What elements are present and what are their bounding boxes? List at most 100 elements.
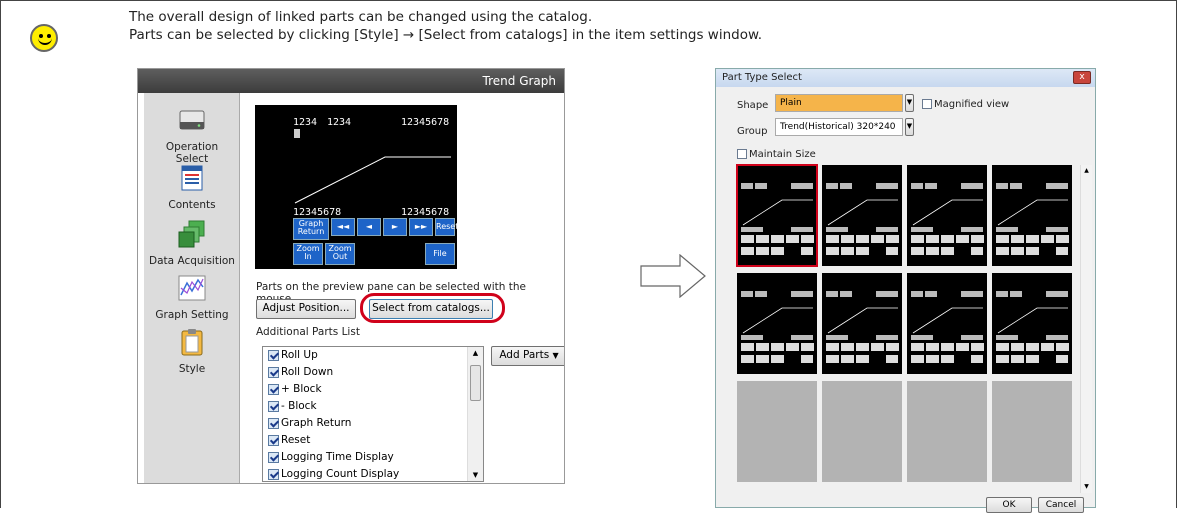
maintain-size-checkbox[interactable] [737, 149, 747, 159]
add-parts-button[interactable]: Add Parts ▼ [491, 346, 564, 366]
catalog-tile[interactable] [907, 273, 987, 374]
sidebar-item-label: Contents [168, 199, 216, 211]
rewind-button[interactable]: ◄ [357, 218, 381, 236]
shape-select[interactable]: Plain [775, 94, 903, 112]
magnified-view-label: Magnified view [934, 99, 1010, 110]
smiley-icon [30, 24, 58, 52]
sidebar-item-label: Operation [165, 141, 219, 153]
catalog-tile-empty[interactable] [907, 381, 987, 482]
checkbox[interactable] [268, 418, 279, 429]
checkbox[interactable] [268, 350, 279, 361]
catalog-scrollbar[interactable]: ▲ ▼ [1080, 165, 1092, 493]
preview-value[interactable]: 12345678 [401, 207, 449, 218]
list-item[interactable]: Logging Count Display [263, 466, 483, 483]
adjust-position-button[interactable]: Adjust Position... [256, 299, 356, 319]
preview-value[interactable]: 12345678 [293, 207, 341, 218]
catalog-tile[interactable] [992, 165, 1072, 266]
close-button[interactable]: x [1073, 71, 1091, 84]
scroll-up-icon[interactable]: ▲ [468, 347, 483, 359]
trend-line [294, 156, 451, 204]
catalog-tile[interactable] [822, 165, 902, 266]
scroll-down-icon[interactable]: ▼ [468, 469, 483, 481]
shape-value: Plain [780, 98, 802, 108]
graph-return-button[interactable]: Graph Return [293, 218, 329, 240]
add-parts-label: Add Parts [499, 349, 550, 361]
forward-fast-button[interactable]: ►► [409, 218, 433, 236]
list-item[interactable]: Reset [263, 432, 483, 449]
zoom-in-button[interactable]: Zoom In [293, 243, 323, 265]
checkbox[interactable] [268, 367, 279, 378]
catalog-tile-empty[interactable] [737, 381, 817, 482]
window-title: Trend Graph [138, 69, 564, 93]
sidebar-item-data-acquisition[interactable]: Data Acquisition [144, 219, 240, 267]
zoom-out-button[interactable]: Zoom Out [325, 243, 355, 265]
thumbnail-graphic [741, 291, 814, 363]
clipboard-icon [181, 329, 203, 356]
catalog-tile-empty[interactable] [822, 381, 902, 482]
sidebar-item-style[interactable]: Style [144, 327, 240, 375]
file-button[interactable]: File [425, 243, 455, 265]
scroll-thumb[interactable] [470, 365, 481, 401]
sidebar-item-label: Style [178, 363, 206, 375]
highlight-ring [360, 293, 505, 323]
catalog-tile[interactable] [737, 273, 817, 374]
sidebar-item-operation-select[interactable]: Operation Select [144, 105, 240, 165]
intro-line-1: The overall design of linked parts can b… [129, 9, 593, 25]
scroll-down-icon[interactable]: ▼ [1081, 481, 1092, 493]
chevron-down-icon: ▼ [552, 351, 559, 360]
sidebar-item-graph-setting[interactable]: Graph Setting [144, 273, 240, 321]
thumbnail-graphic [911, 183, 984, 255]
line-graph-icon [178, 275, 206, 301]
rewind-fast-button[interactable]: ◄◄ [331, 218, 355, 236]
cancel-button[interactable]: Cancel [1038, 497, 1084, 513]
catalog-tile[interactable] [992, 273, 1072, 374]
preview-cursor-marker[interactable] [294, 129, 300, 138]
reset-button[interactable]: Reset [435, 218, 458, 236]
intro-text: The overall design of linked parts can b… [129, 8, 762, 44]
checkbox[interactable] [268, 452, 279, 463]
list-item[interactable]: - Block [263, 398, 483, 415]
stacked-squares-icon [178, 220, 205, 248]
preview-value[interactable]: 1234 [293, 117, 317, 128]
catalog-tile[interactable] [822, 273, 902, 374]
group-select[interactable]: Trend(Historical) 320*240 [775, 118, 903, 136]
catalog-tile[interactable] [907, 165, 987, 266]
catalog-tile-empty[interactable] [992, 381, 1072, 482]
scroll-up-icon[interactable]: ▲ [1081, 165, 1092, 177]
parts-list[interactable]: Roll Up Roll Down + Block - Block Graph … [262, 346, 484, 482]
dialog-title: Part Type Select [722, 72, 802, 83]
shape-dropdown-chevron-icon[interactable]: ▼ [905, 94, 914, 112]
list-item[interactable]: Graph Return [263, 415, 483, 432]
list-item[interactable]: + Block [263, 381, 483, 398]
checkbox[interactable] [268, 384, 279, 395]
maintain-size-label: Maintain Size [749, 149, 816, 160]
intro-line-2: Parts can be selected by clicking [Style… [129, 27, 763, 43]
shape-label: Shape [737, 100, 769, 111]
list-item[interactable]: Roll Down [263, 364, 483, 381]
dialog-title-bar: Part Type Select x [716, 69, 1095, 87]
thumbnail-graphic [826, 291, 899, 363]
group-dropdown-chevron-icon[interactable]: ▼ [905, 118, 914, 136]
ok-button[interactable]: OK [986, 497, 1032, 513]
preview-pane[interactable]: 1234 1234 12345678 12345678 12345678 Gra… [255, 105, 458, 269]
document-list-icon [181, 165, 203, 191]
list-scrollbar[interactable]: ▲ ▼ [467, 347, 483, 481]
right-arrow-icon [640, 254, 706, 298]
sidebar-item-label: Data Acquisition [149, 255, 235, 267]
sidebar: Operation Select Contents Data Acquisiti… [144, 93, 240, 483]
checkbox[interactable] [268, 469, 279, 480]
thumbnail-graphic [826, 183, 899, 255]
preview-value[interactable]: 12345678 [401, 117, 449, 128]
list-item[interactable]: Logging Time Display [263, 449, 483, 466]
forward-button[interactable]: ► [383, 218, 407, 236]
magnified-view-checkbox[interactable] [922, 99, 932, 109]
checkbox[interactable] [268, 435, 279, 446]
preview-value[interactable]: 1234 [327, 117, 351, 128]
sidebar-item-contents[interactable]: Contents [144, 163, 240, 211]
checkbox[interactable] [268, 401, 279, 412]
thumbnail-graphic [996, 291, 1069, 363]
sidebar-item-label: Graph Setting [155, 309, 229, 321]
catalog-tile[interactable] [736, 164, 818, 267]
hard-drive-icon [179, 110, 205, 130]
list-item[interactable]: Roll Up [263, 347, 483, 364]
